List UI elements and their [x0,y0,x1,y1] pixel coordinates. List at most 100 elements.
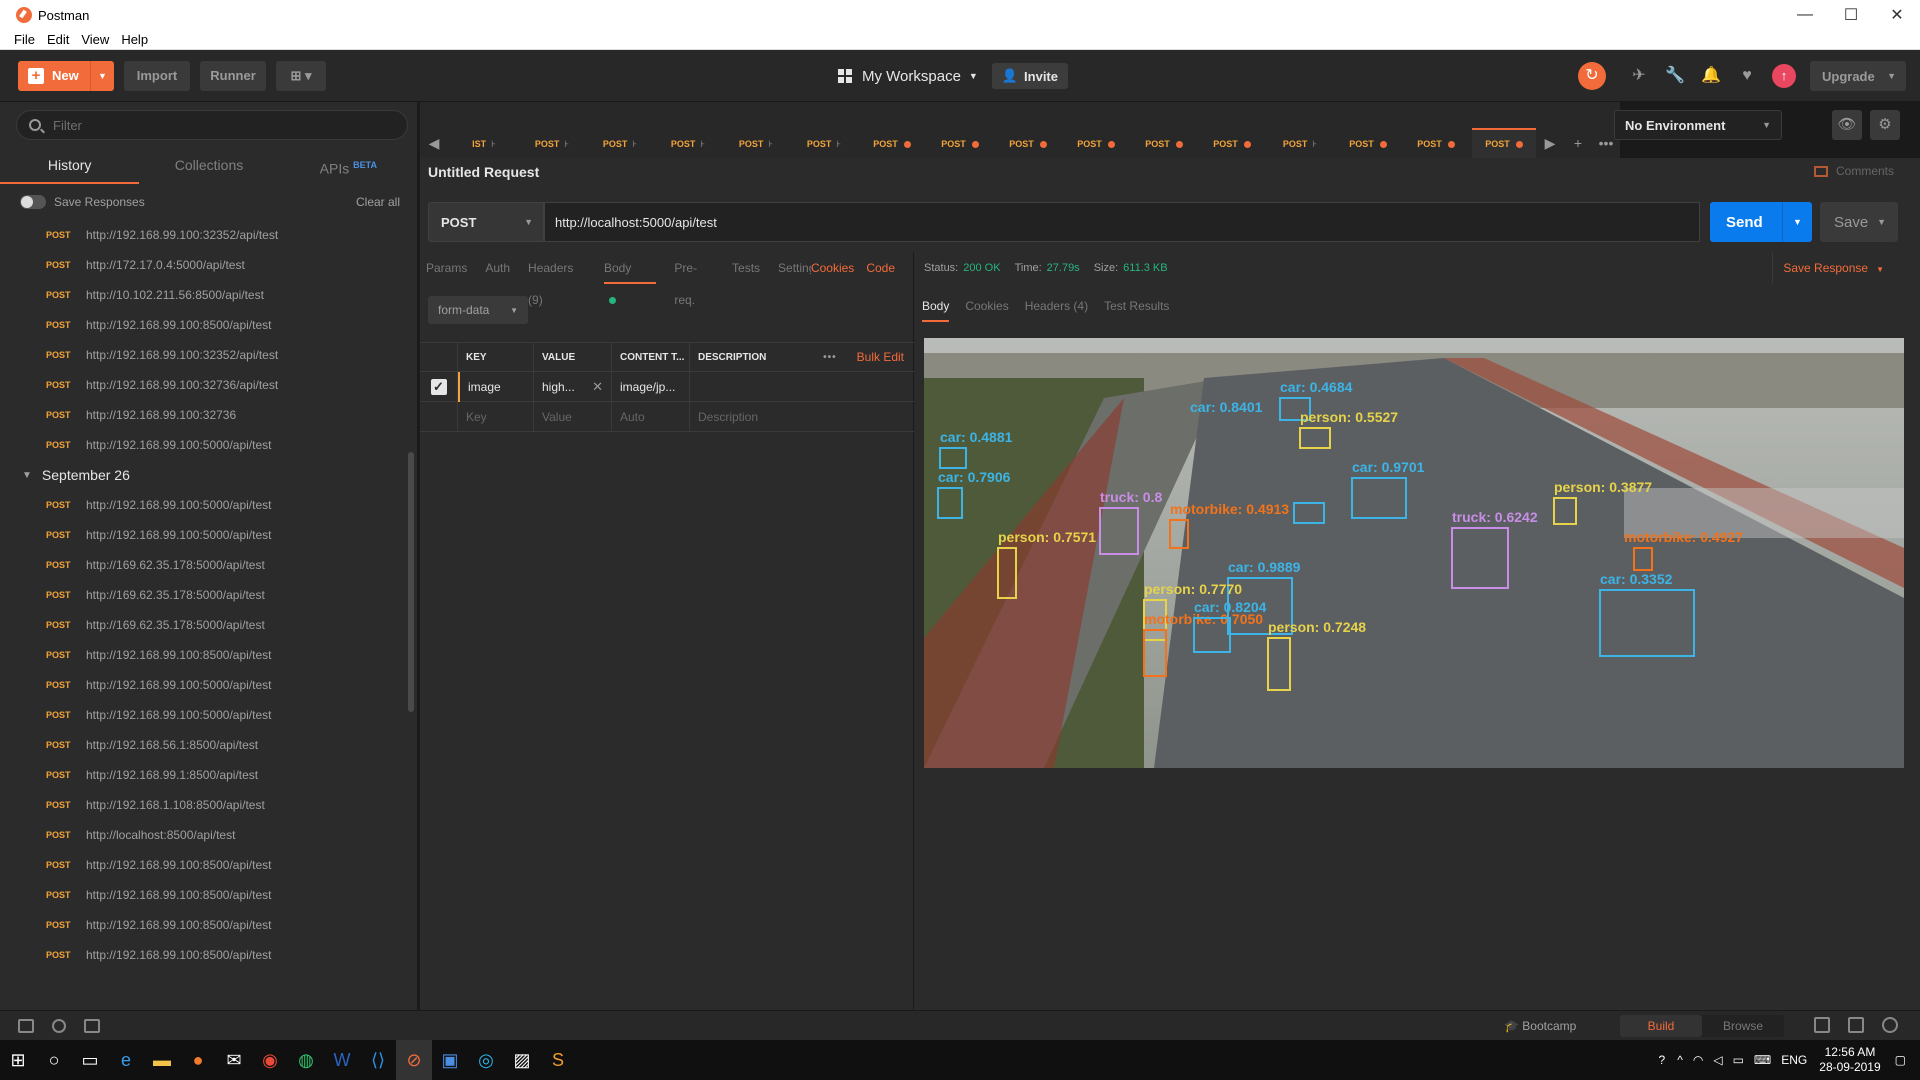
menu-help[interactable]: Help [121,32,148,47]
environment-quick-look-eye-icon[interactable]: 👁 [1832,110,1862,140]
history-item[interactable]: POST http://192.168.99.100:8500/api/test [0,640,408,670]
chrome-icon[interactable]: ◉ [252,1040,288,1080]
remove-file-icon[interactable]: ✕ [592,379,603,395]
sublime-icon[interactable]: S [540,1040,576,1080]
terminal-icon[interactable]: ▣ [432,1040,468,1080]
time-value[interactable]: 27.79s [1047,262,1080,274]
body-mode-select[interactable]: form-data ▼ [428,296,528,324]
import-button[interactable]: Import [124,60,190,91]
request-tab[interactable]: POST [1064,128,1128,158]
history-item[interactable]: POST http://192.168.1.108:8500/api/test [0,790,408,820]
history-item[interactable]: POST http://169.62.35.178:5000/api/test [0,610,408,640]
invite-button[interactable]: 👤 Invite [991,63,1068,89]
history-item[interactable]: POST http://192.168.99.100:8500/api/test [0,880,408,910]
sync-icon[interactable]: ↻ [1578,62,1606,90]
save-response-button[interactable]: Save Response ▼ [1772,252,1884,284]
history-item[interactable]: POST http://192.168.99.100:5000/api/test [0,430,408,460]
request-tab[interactable]: POST [996,128,1060,158]
minimize-button[interactable]: — [1782,6,1828,24]
chevron-up-icon[interactable]: ^ [1677,1053,1683,1067]
history-group-header[interactable]: ▼ September 26 [0,460,408,490]
chevron-down-icon[interactable]: ▼ [90,60,114,91]
battery-icon[interactable]: ▭ [1733,1053,1744,1067]
tab-response-headers[interactable]: Headers (4) [1025,290,1088,322]
url-input[interactable]: http://localhost:5000/api/test [544,202,1700,242]
request-tab[interactable]: POST ⊦ [588,128,652,158]
request-tab[interactable]: POST ⊦ [792,128,856,158]
tab-response-body[interactable]: Body [922,290,950,322]
build-mode-button[interactable]: Build [1620,1015,1702,1037]
save-responses-toggle[interactable] [20,195,46,209]
history-item[interactable]: POST http://192.168.99.100:5000/api/test [0,670,408,700]
new-window-button[interactable]: ⊞ ▾ [276,60,326,91]
history-item[interactable]: POST http://192.168.99.100:32736 [0,400,408,430]
tab-settings[interactable]: Settings [778,252,811,284]
edge-icon[interactable]: e [108,1040,144,1080]
bootcamp-button[interactable]: 🎓 Bootcamp [1504,1011,1576,1041]
method-select[interactable]: POST ▼ [428,202,544,242]
photos-icon[interactable]: ▨ [504,1040,540,1080]
history-item[interactable]: POST http://192.168.99.100:32736/api/test [0,370,408,400]
row-checkbox[interactable]: ✓ [430,378,447,395]
chevron-down-icon[interactable]: ▼ [1782,202,1812,242]
satellite-icon[interactable]: ✈ [1628,65,1650,87]
clear-all-button[interactable]: Clear all [356,195,400,209]
volume-icon[interactable]: ◁ [1713,1053,1722,1067]
history-item[interactable]: POST http://192.168.99.100:5000/api/test [0,520,408,550]
console-icon[interactable] [84,1018,100,1033]
tabs-scroll-right-icon[interactable]: ▶ [1536,128,1564,158]
gear-icon[interactable]: ⚙ [1870,110,1900,140]
tabs-scroll-left-icon[interactable]: ◀ [420,128,448,158]
filter-input[interactable]: Filter [16,110,408,140]
history-item[interactable]: POST http://192.168.99.100:32352/api/test [0,340,408,370]
tab-headers[interactable]: Headers (9) [528,252,586,307]
file-explorer-icon[interactable]: ▬ [144,1040,180,1080]
app-icon[interactable]: ◍ [288,1040,324,1080]
close-window-button[interactable]: ✕ [1874,5,1920,25]
history-item[interactable]: POST http://192.168.99.100:8500/api/test [0,940,408,970]
toggle-sidebar-icon[interactable] [18,1018,34,1033]
comments-button[interactable]: Comments [1813,164,1894,178]
browser-icon[interactable]: ◎ [468,1040,504,1080]
status-value[interactable]: 200 OK [963,262,1000,274]
request-tab[interactable]: POST [1404,128,1468,158]
menu-view[interactable]: View [81,32,109,47]
word-icon[interactable]: W [324,1040,360,1080]
request-tab[interactable]: POST [1336,128,1400,158]
request-tab[interactable]: POST ⊦ [1268,128,1332,158]
vscode-icon[interactable]: ⟨⟩ [360,1040,396,1080]
heart-icon[interactable]: ♥ [1736,65,1758,87]
tab-tests[interactable]: Tests [732,252,760,284]
clock[interactable]: 12:56 AM 28-09-2019 [1819,1045,1880,1075]
menu-edit[interactable]: Edit [47,32,69,47]
request-tab[interactable]: POST [1200,128,1264,158]
tab-prereq[interactable]: Pre-req. [674,252,714,307]
avatar[interactable]: ↑ [1772,64,1796,88]
two-pane-icon[interactable] [1814,1017,1830,1033]
tab-apis[interactable]: APIs BETA [279,146,418,184]
keyboard-tray-icon[interactable]: ⌨ [1754,1053,1771,1067]
history-item[interactable]: POST http://169.62.35.178:5000/api/test [0,550,408,580]
tab-params[interactable]: Params [426,252,467,284]
help-tray-icon[interactable]: ? [1659,1053,1666,1067]
menu-file[interactable]: File [14,32,35,47]
language-indicator[interactable]: ENG [1781,1053,1807,1067]
wifi-icon[interactable]: ◠ [1693,1053,1703,1067]
size-value[interactable]: 611.3 KB [1123,262,1167,274]
windows-start-icon[interactable]: ⊞ [0,1040,36,1080]
browse-mode-button[interactable]: Browse [1702,1015,1784,1037]
new-key-input[interactable]: Key [458,401,534,432]
tab-test-results[interactable]: Test Results [1104,290,1169,322]
request-tab[interactable]: POST [1472,128,1536,158]
save-button[interactable]: Save ▼ [1820,202,1898,242]
request-title[interactable]: Untitled Request [428,164,539,180]
code-link[interactable]: Code [866,252,895,284]
key-cell[interactable]: image [458,371,534,402]
tab-response-cookies[interactable]: Cookies [965,290,1008,322]
more-options-icon[interactable]: ••• [823,352,837,363]
history-item[interactable]: POST http://192.168.99.1:8500/api/test [0,760,408,790]
notifications-icon[interactable]: ▢ [1895,1053,1906,1067]
description-cell[interactable] [690,372,914,402]
sidebar-scrollbar[interactable] [408,452,414,712]
environment-select[interactable]: No Environment ▼ [1614,110,1782,140]
